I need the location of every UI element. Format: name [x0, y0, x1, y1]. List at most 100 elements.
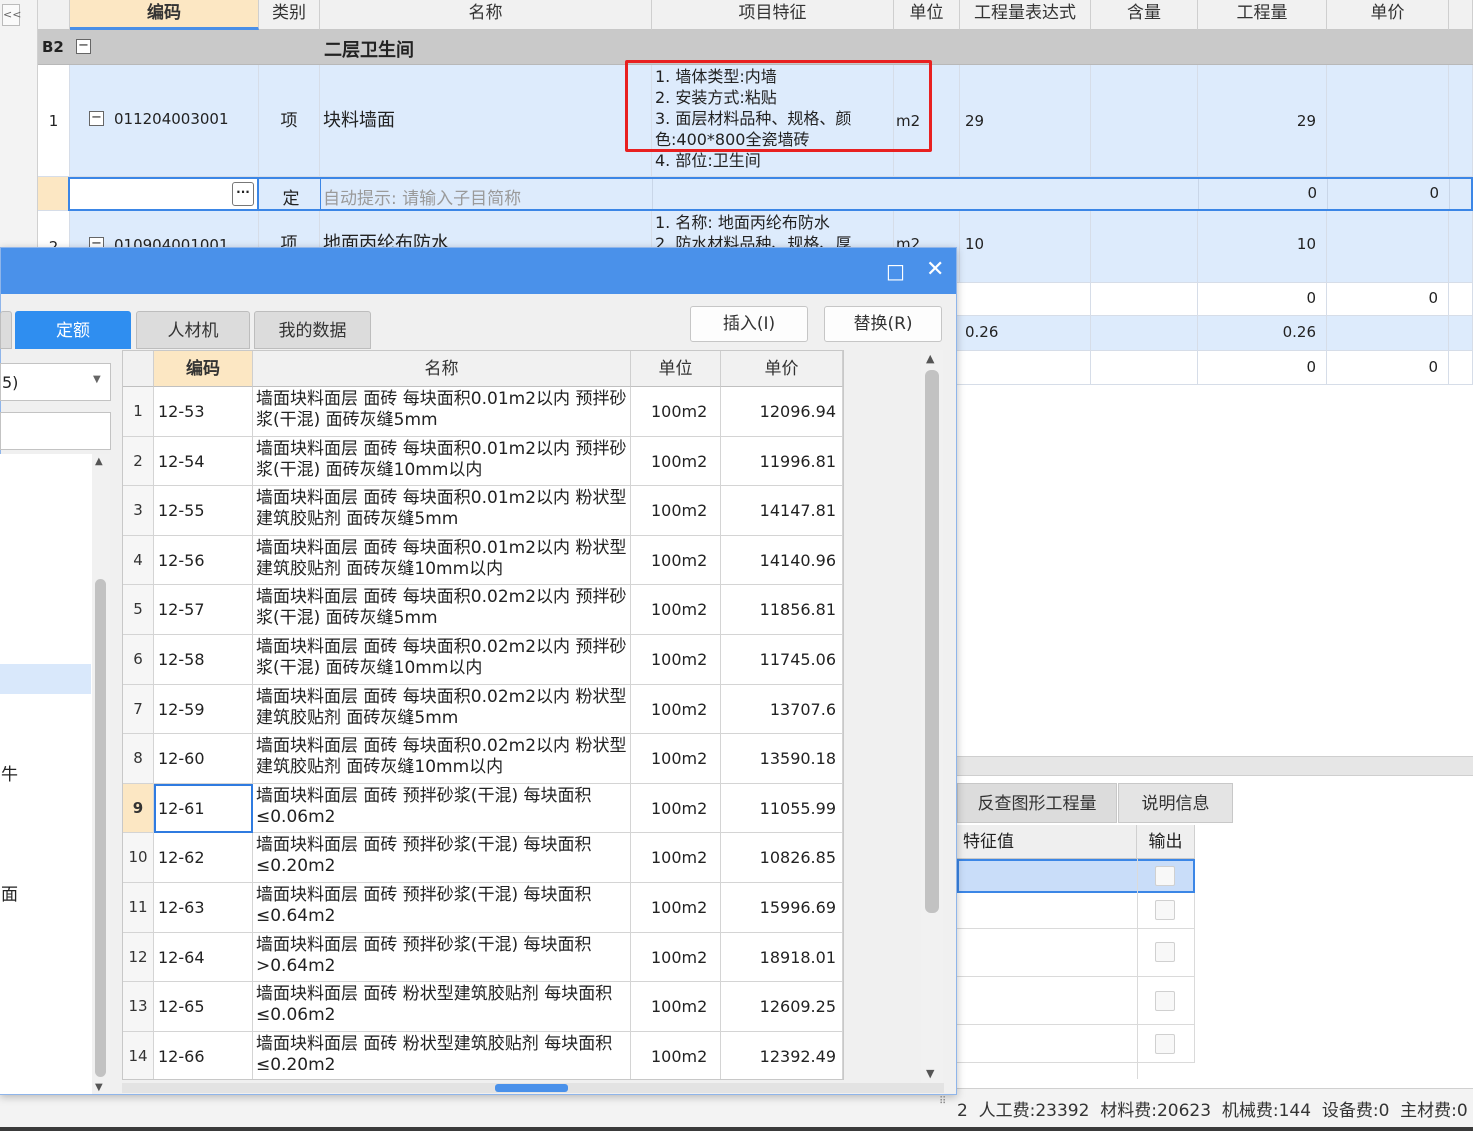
quota-row-price[interactable]: 12392.49: [721, 1031, 843, 1079]
quota-row-unit[interactable]: 100m2: [631, 486, 721, 536]
row1-quantity[interactable]: 29: [1198, 65, 1327, 177]
quota-row-index[interactable]: 13: [123, 982, 154, 1032]
quota-row-name[interactable]: 墙面块料面层 面砖 每块面积0.02m2以内 粉状型建筑胶贴剂 面砖灰缝10mm…: [253, 734, 631, 784]
extra-row-content[interactable]: [1091, 316, 1198, 351]
grid-header-content[interactable]: 含量: [1091, 0, 1198, 30]
row1-collapse-toggle[interactable]: −: [89, 111, 104, 126]
quota-row-name[interactable]: 墙面块料面层 面砖 预拌砂浆(干混) 每块面积≤0.20m2: [253, 833, 631, 883]
splitter[interactable]: [957, 756, 1473, 776]
grid-header-unit[interactable]: 单位: [894, 0, 960, 30]
grid-header-features[interactable]: 项目特征: [652, 0, 894, 30]
quota-row-unit[interactable]: 100m2: [631, 833, 721, 883]
ellipsis-button[interactable]: ···: [232, 182, 254, 206]
quota-row-name[interactable]: 墙面块料面层 面砖 预拌砂浆(干混) 每块面积>0.64m2: [253, 932, 631, 983]
quota-row-price[interactable]: 11745.06: [721, 635, 843, 685]
quota-row-name[interactable]: 墙面块料面层 面砖 预拌砂浆(干混) 每块面积≤0.06m2: [253, 783, 631, 834]
quota-scroll-thumb[interactable]: [925, 370, 939, 913]
quota-row-price[interactable]: 11055.99: [721, 783, 843, 834]
extra-row-content[interactable]: [1091, 283, 1198, 316]
quota-row-name[interactable]: 墙面块料面层 面砖 预拌砂浆(干混) 每块面积≤0.64m2: [253, 883, 631, 933]
extra-row-expr[interactable]: [957, 351, 1091, 385]
tab-description[interactable]: 说明信息: [1118, 783, 1233, 823]
row1-name[interactable]: 块料墙面: [320, 65, 652, 177]
scroll-down-arrow[interactable]: ▼: [95, 1082, 103, 1093]
row1-content[interactable]: [1091, 65, 1198, 177]
quota-row-code[interactable]: 12-63: [154, 883, 253, 933]
row2-content[interactable]: [1091, 211, 1198, 283]
code-input-field[interactable]: [70, 179, 259, 209]
grid-header-type[interactable]: 类别: [259, 0, 320, 30]
extra-row-quantity[interactable]: 0: [1198, 351, 1327, 385]
quota-row-name[interactable]: 墙面块料面层 面砖 每块面积0.01m2以内 预拌砂浆(干混) 面砖灰缝5mm: [253, 387, 631, 437]
quota-row-name[interactable]: 墙面块料面层 面砖 每块面积0.01m2以内 粉状型建筑胶贴剂 面砖灰缝10mm…: [253, 535, 631, 586]
tree-item[interactable]: 面: [1, 880, 18, 905]
quota-row-name[interactable]: 墙面块料面层 面砖 每块面积0.02m2以内 预拌砂浆(干混) 面砖灰缝5mm: [253, 585, 631, 635]
quota-row-unit[interactable]: 100m2: [631, 684, 721, 735]
row2-quantity[interactable]: 10: [1198, 211, 1327, 283]
row2-expr[interactable]: 10: [960, 211, 1091, 283]
quota-row-name[interactable]: 墙面块料面层 面砖 每块面积0.02m2以内 粉状型建筑胶贴剂 面砖灰缝5mm: [253, 684, 631, 735]
row1-code-cell[interactable]: − 011204003001: [70, 65, 259, 177]
scroll-up-arrow[interactable]: ▲: [926, 352, 934, 365]
quota-scrollbar[interactable]: ▲ ▼: [921, 350, 943, 1083]
quota-header-price[interactable]: 单价: [721, 351, 843, 387]
quota-row-unit[interactable]: 100m2: [631, 1031, 721, 1079]
extra-row-price[interactable]: [1327, 316, 1449, 351]
grid-header-expr[interactable]: 工程量表达式: [960, 0, 1091, 30]
quota-row-code[interactable]: 12-53: [154, 387, 253, 437]
collapse-left-button[interactable]: <<: [2, 4, 21, 26]
quota-row-code[interactable]: 12-66: [154, 1031, 253, 1079]
quota-row-price[interactable]: 18918.01: [721, 932, 843, 983]
insert-button[interactable]: 插入(I): [690, 306, 808, 342]
extra-row-quantity[interactable]: 0.26: [1198, 316, 1327, 351]
quota-row-code[interactable]: 12-57: [154, 585, 253, 635]
input-row-price[interactable]: 0: [1327, 184, 1449, 202]
quota-row-code[interactable]: 12-65: [154, 982, 253, 1032]
quota-row-price[interactable]: 13707.6: [721, 684, 843, 735]
quota-row-index[interactable]: 10: [123, 833, 154, 883]
quota-row-price[interactable]: 13590.18: [721, 734, 843, 784]
quota-row-index[interactable]: 9: [123, 783, 154, 834]
row1-type[interactable]: 项: [259, 65, 320, 177]
output-checkbox[interactable]: [1155, 866, 1175, 886]
quota-row-unit[interactable]: 100m2: [631, 883, 721, 933]
quota-row-index[interactable]: 14: [123, 1031, 154, 1079]
quota-row-index[interactable]: 6: [123, 635, 154, 685]
quota-row-index[interactable]: 4: [123, 535, 154, 586]
close-icon[interactable]: ✕: [926, 257, 944, 282]
quota-row-code[interactable]: 12-64: [154, 932, 253, 983]
output-checkbox[interactable]: [1155, 1034, 1175, 1054]
quota-row-price[interactable]: 11856.81: [721, 585, 843, 635]
input-row-type[interactable]: 定: [262, 184, 320, 209]
quota-row-unit[interactable]: 100m2: [631, 932, 721, 983]
quota-row-name[interactable]: 墙面块料面层 面砖 每块面积0.01m2以内 预拌砂浆(干混) 面砖灰缝10mm…: [253, 436, 631, 487]
quota-row-name[interactable]: 墙面块料面层 面砖 粉状型建筑胶贴剂 每块面积 ≤0.20m2: [253, 1031, 631, 1079]
quota-row-code[interactable]: 12-54: [154, 436, 253, 487]
quota-row-code[interactable]: 12-60: [154, 734, 253, 784]
hscroll-thumb[interactable]: [495, 1084, 568, 1092]
quota-row-unit[interactable]: 100m2: [631, 387, 721, 437]
quota-row-price[interactable]: 14140.96: [721, 535, 843, 586]
row1-price[interactable]: [1327, 65, 1449, 177]
quota-row-index[interactable]: 5: [123, 585, 154, 635]
quota-row-price[interactable]: 15996.69: [721, 883, 843, 933]
quota-row-unit[interactable]: 100m2: [631, 783, 721, 834]
tree-scroll-thumb[interactable]: [95, 579, 106, 1077]
library-select[interactable]: 5) ▼: [0, 363, 111, 401]
replace-button[interactable]: 替换(R): [824, 306, 942, 342]
tree-scrollbar[interactable]: ▲ ▼: [92, 454, 110, 1094]
quota-row-price[interactable]: 10826.85: [721, 833, 843, 883]
tab-left-stub[interactable]: [0, 311, 12, 349]
output-checkbox[interactable]: [1155, 900, 1175, 920]
quota-row-name[interactable]: 墙面块料面层 面砖 每块面积0.01m2以内 粉状型建筑胶贴剂 面砖灰缝5mm: [253, 486, 631, 536]
input-row-quantity[interactable]: 0: [1198, 184, 1327, 202]
grid-header-price[interactable]: 单价: [1327, 0, 1449, 30]
quota-row-code[interactable]: 12-62: [154, 833, 253, 883]
quota-header-unit[interactable]: 单位: [631, 351, 721, 387]
quota-header-code[interactable]: 编码: [154, 351, 253, 387]
extra-row-quantity[interactable]: 0: [1198, 283, 1327, 316]
quota-row-price[interactable]: 12609.25: [721, 982, 843, 1032]
quota-row-index[interactable]: 3: [123, 486, 154, 536]
tab-my-data[interactable]: 我的数据: [254, 311, 371, 349]
extra-row-expr[interactable]: 0.26: [957, 316, 1091, 351]
